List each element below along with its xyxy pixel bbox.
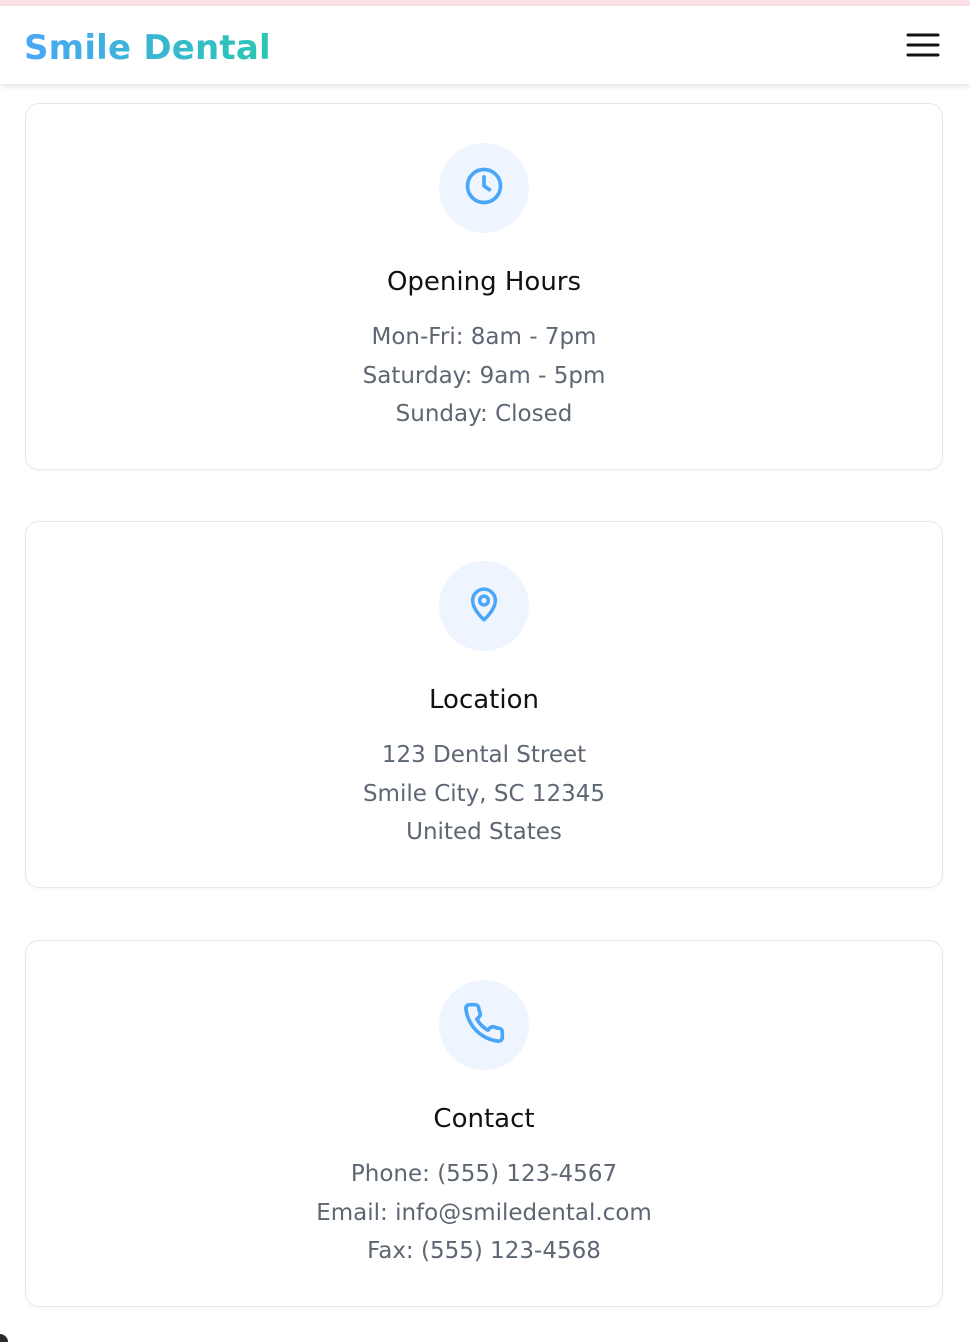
card-details: Phone: (555) 123-4567 Email: info@smiled… — [26, 1155, 942, 1271]
window-corner — [0, 1334, 8, 1342]
card-details: 123 Dental Street Smile City, SC 12345 U… — [26, 736, 942, 852]
phone-icon — [462, 1001, 506, 1049]
card-title: Opening Hours — [386, 267, 582, 297]
hours-saturday: Saturday: 9am - 5pm — [362, 362, 606, 389]
contact-phone[interactable]: Phone: (555) 123-4567 — [26, 1155, 942, 1194]
contact-email[interactable]: Email: info@smiledental.com — [26, 1194, 942, 1233]
clock-icon-circle — [439, 143, 529, 233]
card-title: Location — [429, 685, 539, 715]
site-logo[interactable]: Smile Dental — [24, 24, 271, 72]
address-city: Smile City, SC 12345 — [362, 780, 606, 807]
card-details: Mon-Fri: 8am - 7pm Saturday: 9am - 5pm S… — [26, 318, 942, 434]
hours-weekday: Mon-Fri: 8am - 7pm — [371, 324, 597, 350]
contact-fax: Fax: (555) 123-4568 — [367, 1238, 601, 1264]
hours-sunday: Sunday: Closed — [395, 401, 573, 427]
location-pin-icon — [463, 583, 505, 629]
clock-icon — [462, 164, 506, 212]
address-street: 123 Dental Street — [381, 742, 587, 768]
hamburger-menu-icon — [900, 28, 946, 64]
location-card: Location 123 Dental Street Smile City, S… — [25, 521, 943, 888]
site-header: Smile Dental — [0, 6, 970, 84]
card-title: Contact — [433, 1104, 535, 1134]
phone-icon-circle — [439, 980, 529, 1070]
location-icon-circle — [439, 561, 529, 651]
menu-button[interactable] — [900, 28, 946, 64]
contact-card: Contact Phone: (555) 123-4567 Email: inf… — [25, 940, 943, 1307]
opening-hours-card: Opening Hours Mon-Fri: 8am - 7pm Saturda… — [25, 103, 943, 470]
address-country: United States — [406, 819, 562, 845]
